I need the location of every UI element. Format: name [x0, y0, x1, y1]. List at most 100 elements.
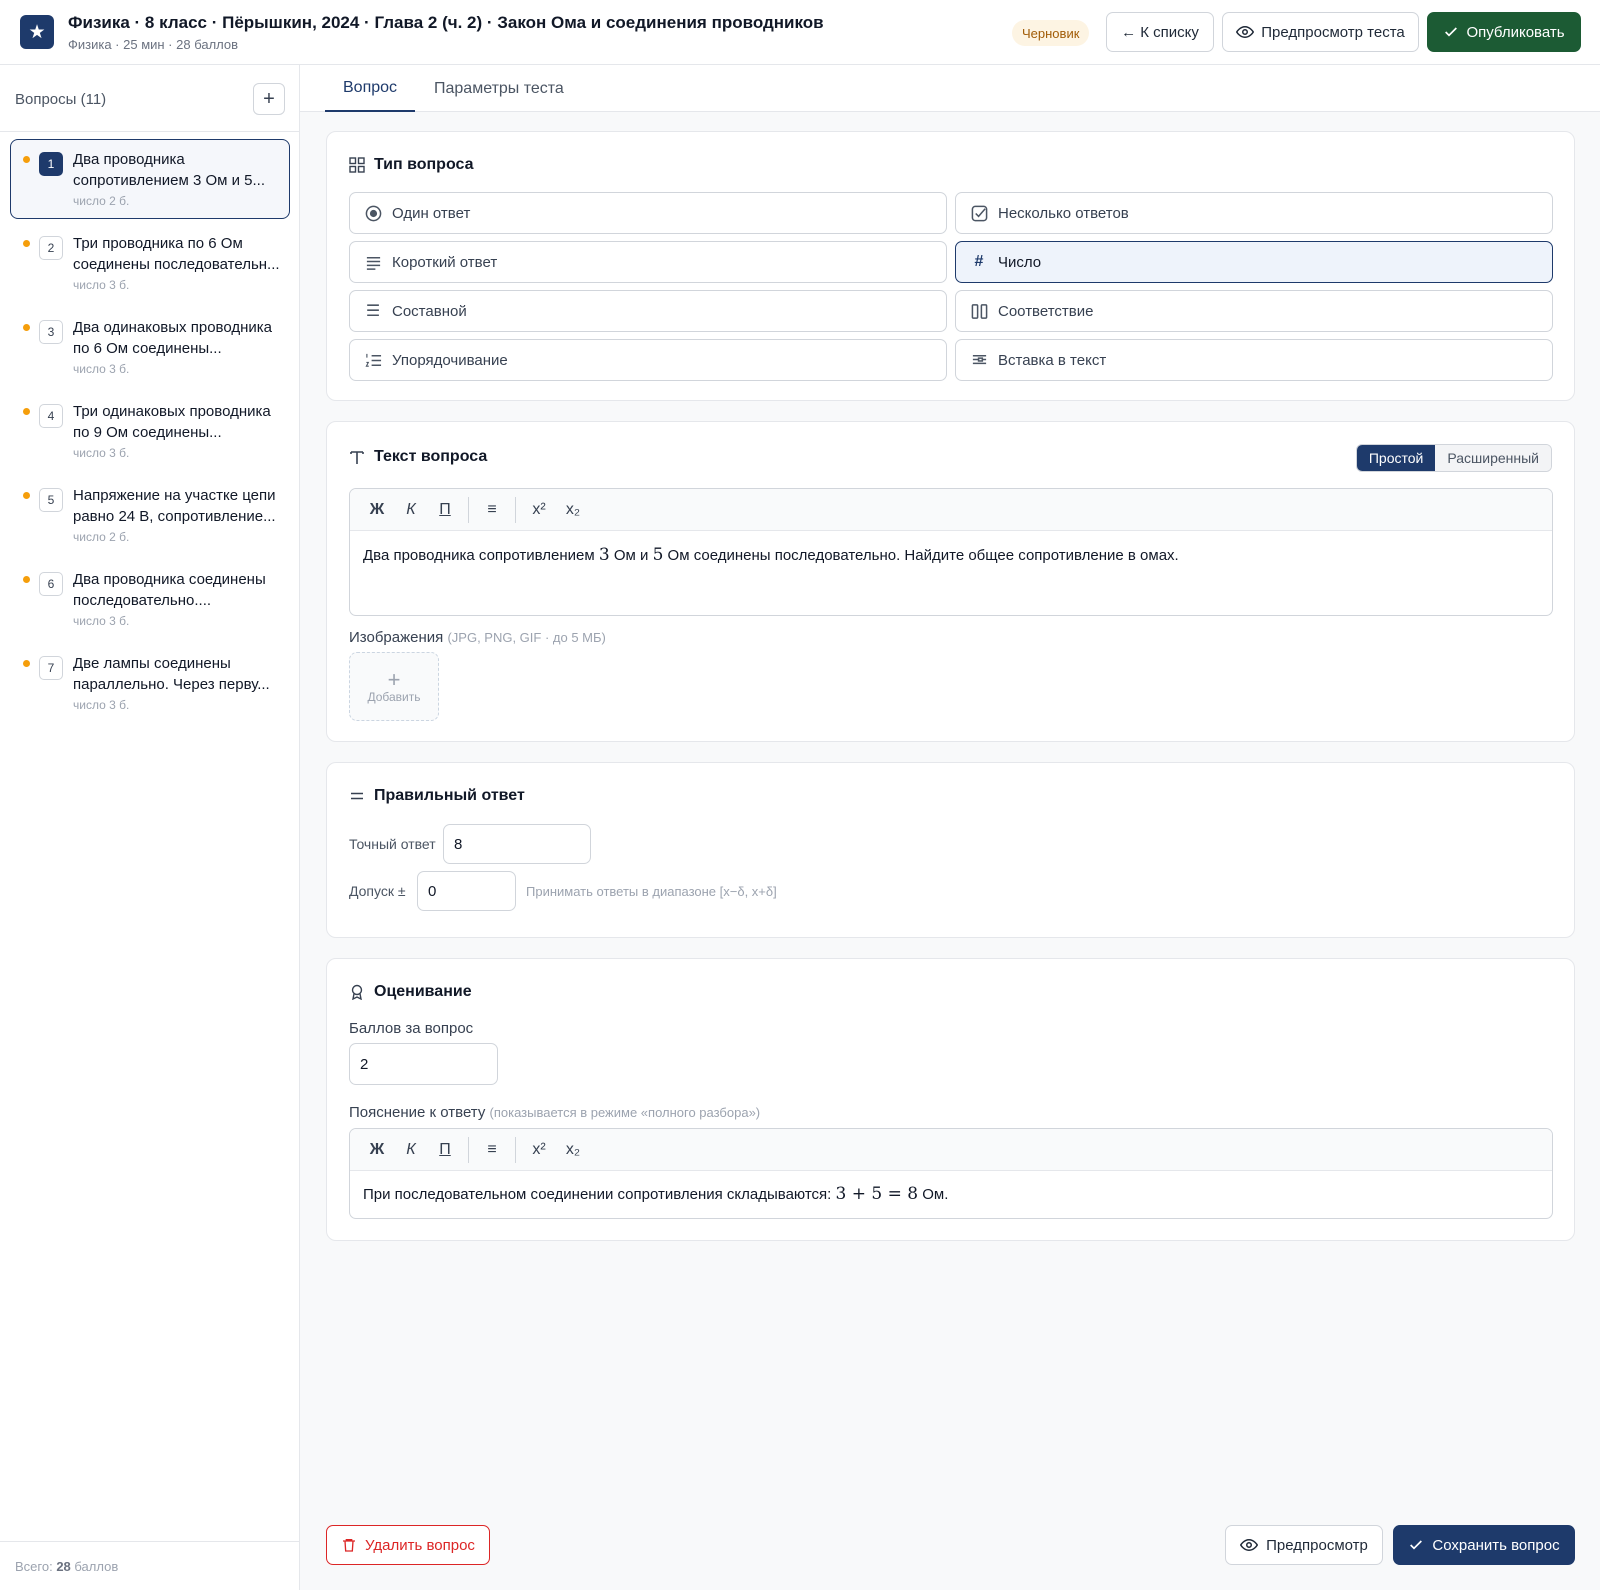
tab-test-params[interactable]: Параметры теста	[416, 65, 582, 112]
italic-button[interactable]: К	[394, 495, 428, 525]
question-meta: число 2 б.	[73, 530, 130, 544]
grading-card: Оценивание Баллов за вопрос Пояснение к …	[326, 958, 1575, 1241]
type-short-answer[interactable]: Короткий ответ	[349, 241, 947, 283]
list-icon: ☰	[365, 303, 381, 320]
question-number: 1	[39, 152, 63, 176]
question-preview: Два проводника сопротивлением 3 Ом и 5..…	[73, 151, 265, 189]
text-part: Два проводника сопротивлением	[363, 547, 599, 564]
type-single-choice[interactable]: Один ответ	[349, 192, 947, 234]
eye-icon	[1236, 25, 1255, 39]
text-format-icon	[349, 449, 365, 465]
type-composite[interactable]: ☰ Составной	[349, 290, 947, 332]
toolbar-divider	[515, 1136, 516, 1163]
exact-answer-label: Точный ответ	[349, 836, 436, 852]
question-list-item[interactable]: 4 Три одинаковых проводника по 9 Ом соед…	[10, 391, 290, 471]
type-label: Число	[998, 253, 1042, 271]
superscript-button[interactable]: x²	[522, 495, 556, 525]
back-label: ← К списку	[1121, 23, 1199, 41]
underline-button[interactable]: П	[428, 495, 462, 525]
checkbox-icon	[970, 204, 988, 222]
type-label: Соответствие	[998, 302, 1094, 320]
list-button[interactable]: ≡	[475, 1135, 509, 1165]
sidebar-header: Вопросы (11) +	[15, 81, 285, 117]
tolerance-input[interactable]	[417, 871, 516, 911]
explanation-content[interactable]: При последовательном соединении сопротив…	[350, 1171, 1552, 1218]
math-number: 3	[598, 545, 610, 565]
question-list-item[interactable]: 7 Две лампы соединены параллельно. Через…	[10, 643, 290, 723]
editor-toolbar: Ж К П ≡ x² x₂	[350, 489, 1552, 531]
type-number[interactable]: # Число	[955, 241, 1553, 283]
question-meta: число 3 б.	[73, 362, 130, 376]
ordered-list-icon	[364, 351, 382, 369]
total-points: Всего: 28 баллов	[15, 1559, 118, 1574]
question-type-card: Тип вопроса Один ответ Несколько ответов…	[326, 131, 1575, 401]
preview-label: Предпросмотр	[1266, 1536, 1368, 1554]
text-part: При последовательном соединении сопротив…	[363, 1186, 836, 1203]
save-question-button[interactable]: Сохранить вопрос	[1393, 1525, 1575, 1565]
publish-button[interactable]: Опубликовать	[1427, 12, 1581, 52]
mode-advanced-button[interactable]: Расширенный	[1435, 445, 1551, 471]
question-text-card: Текст вопроса Простой Расширенный Ж К П …	[326, 421, 1575, 742]
preview-test-button[interactable]: Предпросмотр теста	[1222, 12, 1419, 52]
add-question-button[interactable]: +	[253, 83, 285, 115]
question-list-item[interactable]: 3 Два одинаковых проводника по 6 Ом соед…	[10, 307, 290, 387]
underline-button[interactable]: П	[428, 1135, 462, 1165]
subscript-button[interactable]: x₂	[556, 495, 590, 525]
images-label: Изображения (JPG, PNG, GIF · до 5 МБ)	[349, 629, 606, 646]
question-number: 4	[39, 404, 63, 428]
delete-question-button[interactable]: Удалить вопрос	[326, 1525, 490, 1565]
type-multiple-choice[interactable]: Несколько ответов	[955, 192, 1553, 234]
equals-icon	[349, 788, 365, 804]
total-value: 28	[56, 1559, 71, 1574]
type-label: Упорядочивание	[392, 351, 508, 369]
question-number: 2	[39, 236, 63, 260]
type-matching[interactable]: Соответствие	[955, 290, 1553, 332]
preview-question-button[interactable]: Предпросмотр	[1225, 1525, 1383, 1565]
add-image-label: Добавить	[367, 689, 421, 704]
main-panel: Вопрос Параметры теста Тип вопроса Один …	[300, 65, 1600, 1590]
tab-bar: Вопрос Параметры теста	[300, 65, 1600, 112]
add-image-button[interactable]: + Добавить	[349, 652, 439, 721]
status-dot	[23, 408, 30, 415]
bold-button[interactable]: Ж	[360, 495, 394, 525]
question-text-title: Текст вопроса	[374, 448, 488, 465]
superscript-button[interactable]: x²	[522, 1135, 556, 1165]
question-list-item[interactable]: 5 Напряжение на участке цепи равно 24 В,…	[10, 475, 290, 555]
explanation-hint: (показывается в режиме «полного разбора»…	[489, 1105, 761, 1120]
type-ordering[interactable]: Упорядочивание	[349, 339, 947, 381]
question-text-content[interactable]: Два проводника сопротивлением 3 Ом и 5 О…	[350, 531, 1552, 580]
question-preview: Две лампы соединены параллельно. Через п…	[73, 655, 270, 693]
question-list-item[interactable]: 6 Два проводника соединены последователь…	[10, 559, 290, 639]
points-input[interactable]	[349, 1043, 498, 1085]
hash-icon: #	[974, 253, 984, 270]
exact-answer-input[interactable]	[443, 824, 591, 864]
type-fill-in-text[interactable]: Вставка в текст	[955, 339, 1553, 381]
back-to-list-button[interactable]: ← К списку	[1106, 12, 1214, 52]
type-label: Несколько ответов	[998, 204, 1129, 222]
images-label-text: Изображения	[349, 629, 444, 646]
correct-answer-title: Правильный ответ	[374, 787, 525, 804]
italic-button[interactable]: К	[394, 1135, 428, 1165]
text-part: Ом и	[609, 547, 653, 564]
delete-label: Удалить вопрос	[365, 1536, 475, 1554]
tab-question[interactable]: Вопрос	[325, 65, 416, 112]
bold-button[interactable]: Ж	[360, 1135, 394, 1165]
editor-mode-toggle: Простой Расширенный	[1355, 444, 1552, 472]
list-button[interactable]: ≡	[475, 495, 509, 525]
subscript-button[interactable]: x₂	[556, 1135, 590, 1165]
toolbar-divider	[468, 496, 469, 523]
section-title: Правильный ответ	[349, 787, 525, 805]
question-list-item[interactable]: 2 Три проводника по 6 Ом соединены после…	[10, 223, 290, 303]
grid-icon	[349, 157, 365, 173]
toolbar-divider	[468, 1136, 469, 1163]
points-label: Баллов за вопрос	[349, 1020, 474, 1037]
save-label: Сохранить вопрос	[1432, 1536, 1560, 1554]
question-number: 6	[39, 572, 63, 596]
mode-simple-button[interactable]: Простой	[1356, 445, 1436, 471]
toolbar-divider	[515, 496, 516, 523]
question-meta: число 3 б.	[73, 446, 130, 460]
text-part: Ом.	[918, 1186, 949, 1203]
question-list-item[interactable]: 1 Два проводника сопротивлением 3 Ом и 5…	[10, 139, 290, 219]
question-number: 3	[39, 320, 63, 344]
math-expression: 3 + 5 = 8	[835, 1184, 919, 1204]
